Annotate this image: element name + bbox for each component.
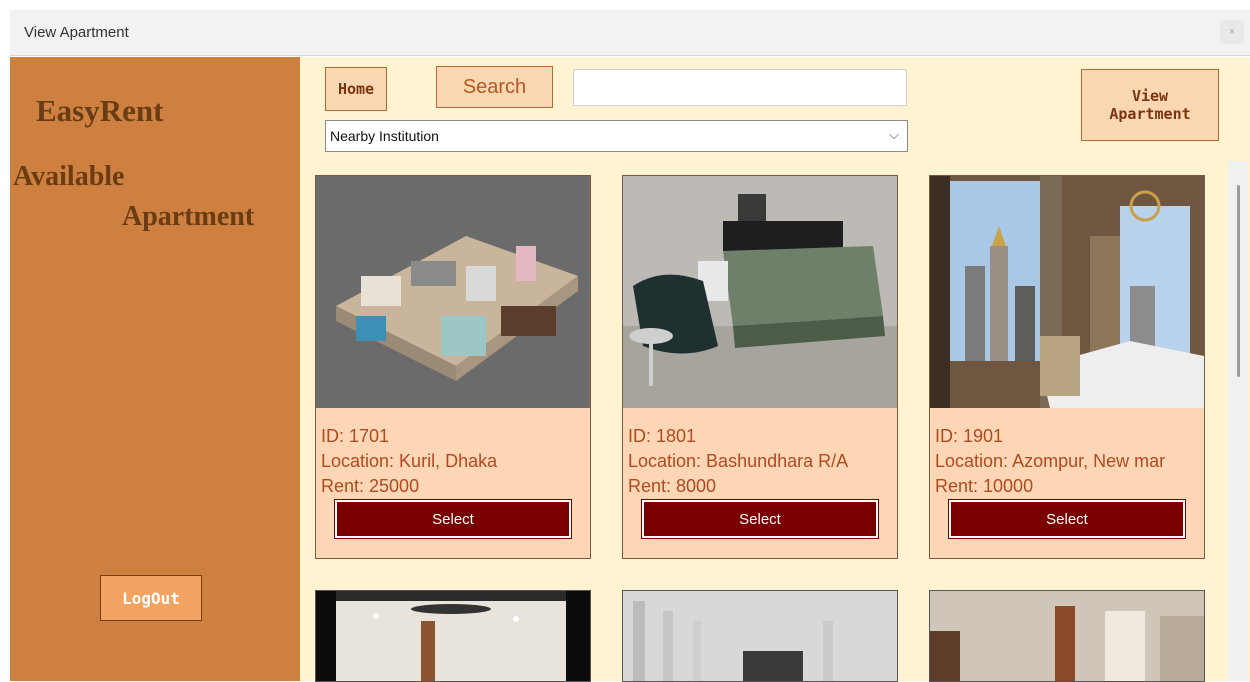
- search-button[interactable]: Search: [436, 66, 553, 108]
- window-title: View Apartment: [24, 24, 129, 41]
- brand-logo-text: EasyRent: [36, 93, 164, 128]
- apartment-card: ID: 1801 Location: Bashundhara R/A Rent:…: [622, 175, 898, 559]
- window-title-bar: View Apartment ×: [10, 10, 1250, 56]
- sidebar-heading-line2: Apartment: [122, 201, 255, 232]
- apartment-rent: Rent: 8000: [628, 476, 717, 496]
- apartment-card: ID: 1701 Location: Kuril, Dhaka Rent: 25…: [315, 175, 591, 559]
- apartment-id: ID: 1901: [935, 426, 1004, 446]
- apartment-id: ID: 1701: [321, 426, 390, 446]
- dropdown-selected-value: Nearby Institution: [330, 128, 439, 144]
- apartment-rent: Rent: 25000: [321, 476, 420, 496]
- vertical-scrollbar[interactable]: [1228, 161, 1248, 681]
- view-apartment-label-line1: View: [1131, 87, 1169, 105]
- sidebar-heading-line1: Available: [13, 161, 125, 192]
- chevron-down-icon: ⌵: [889, 127, 899, 142]
- apartment-photo: [623, 176, 897, 408]
- select-button[interactable]: Select: [948, 499, 1186, 539]
- logout-button[interactable]: LogOut: [100, 575, 202, 621]
- apartment-photo: [316, 176, 590, 408]
- apartment-card: ID: 1901 Location: Azompur, New mar Rent…: [929, 175, 1205, 559]
- apartment-id: ID: 1801: [628, 426, 697, 446]
- apartment-card-partial: [929, 590, 1205, 682]
- apartment-card-partial: [315, 590, 591, 682]
- search-input[interactable]: [573, 69, 907, 106]
- view-apartment-button[interactable]: View Apartment: [1081, 69, 1219, 141]
- apartment-photo: [623, 591, 897, 681]
- view-apartment-label-line2: Apartment: [1109, 105, 1191, 123]
- apartment-location: Location: Azompur, New mar: [935, 451, 1166, 471]
- apartment-photo: [930, 591, 1204, 681]
- apartment-photo: [930, 176, 1204, 408]
- select-button[interactable]: Select: [334, 499, 572, 539]
- apartment-photo: [316, 591, 590, 681]
- select-button[interactable]: Select: [641, 499, 879, 539]
- apartment-location: Location: Kuril, Dhaka: [321, 451, 498, 471]
- home-button[interactable]: Home: [325, 67, 387, 111]
- apartment-card-partial: [622, 590, 898, 682]
- scrollbar-thumb[interactable]: [1237, 185, 1240, 377]
- sidebar: EasyRent Available Apartment LogOut: [10, 57, 300, 681]
- close-icon[interactable]: ×: [1220, 20, 1244, 44]
- main-panel: Home Search View Apartment Nearby Instit…: [300, 57, 1250, 682]
- apartment-location: Location: Bashundhara R/A: [628, 451, 849, 471]
- nearby-institution-dropdown[interactable]: Nearby Institution ⌵: [325, 120, 908, 152]
- apartment-rent: Rent: 10000: [935, 476, 1034, 496]
